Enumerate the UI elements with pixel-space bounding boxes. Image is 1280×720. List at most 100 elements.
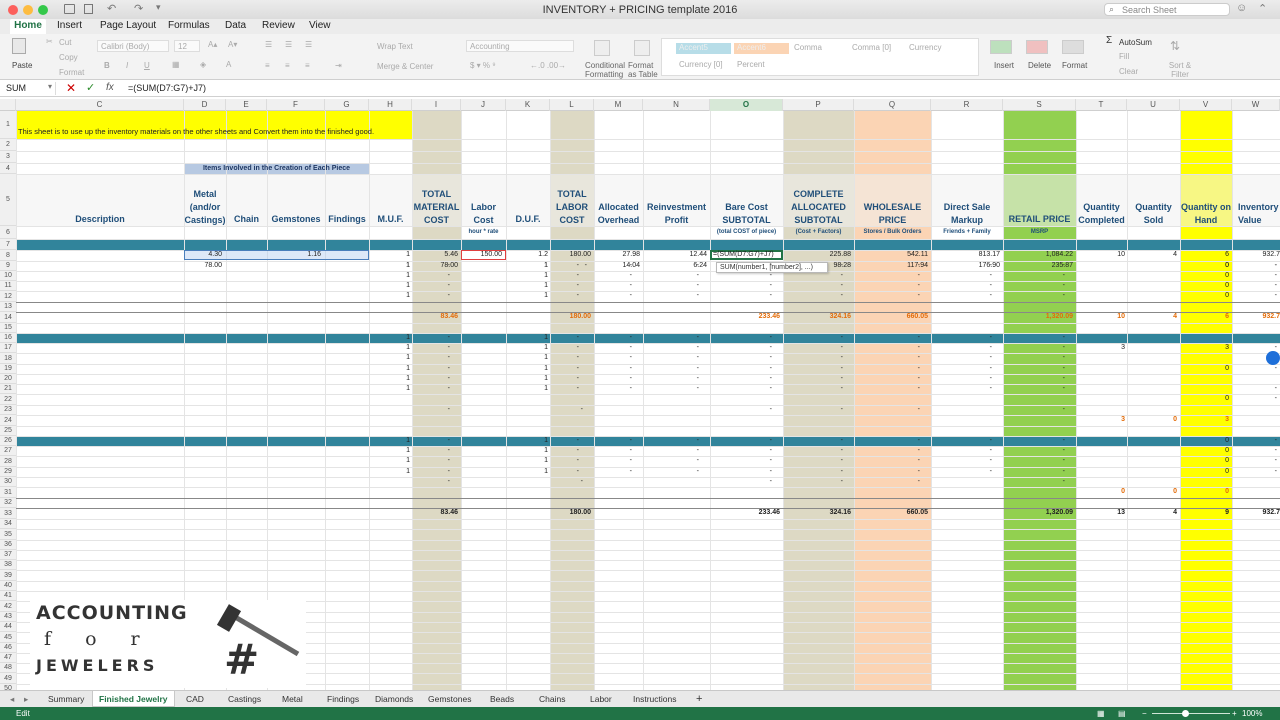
column-header[interactable]: E — [226, 99, 267, 111]
column-header[interactable]: J — [461, 99, 506, 111]
cell-t13[interactable]: 10 — [1076, 312, 1125, 322]
tab-home[interactable]: Home — [10, 19, 46, 34]
style-accent5[interactable]: Accent5 — [676, 43, 731, 54]
column-header[interactable]: L — [550, 99, 594, 111]
cell-dash[interactable]: - — [931, 291, 992, 301]
page-layout-view-icon[interactable]: ▤ — [1118, 707, 1126, 720]
cell-dash[interactable]: - — [412, 271, 450, 281]
cell-inventory-value[interactable]: - — [1232, 384, 1277, 394]
column-header[interactable]: S — [1003, 99, 1076, 111]
cell-dash[interactable]: - — [783, 456, 843, 466]
cell-dash[interactable]: - — [1003, 446, 1065, 456]
cell-f7[interactable]: 1.16 — [267, 250, 321, 260]
row-header[interactable]: 25 — [0, 426, 16, 436]
last-sheet-icon[interactable]: ▸ — [18, 691, 34, 707]
cell-dash[interactable]: - — [931, 436, 992, 446]
row-header[interactable]: 3 — [0, 151, 16, 163]
row-header[interactable]: 37 — [0, 550, 16, 560]
cell-l7[interactable]: 180.00 — [550, 250, 591, 260]
name-box[interactable]: SUM ▾ — [2, 82, 56, 95]
cell-duf[interactable]: 1 — [506, 343, 548, 353]
cell-subtotal-dash[interactable]: - — [1003, 477, 1065, 487]
cell-dash[interactable]: - — [931, 446, 992, 456]
cell-dash[interactable]: - — [412, 374, 450, 384]
sheet-tab[interactable]: Summary — [42, 691, 90, 707]
row-header[interactable]: 4 — [0, 163, 16, 174]
row-header[interactable]: 13 — [0, 302, 16, 312]
side-badge-icon[interactable] — [1266, 351, 1280, 365]
cell-subtotal-dash[interactable]: - — [783, 405, 843, 415]
cell-dash[interactable]: - — [550, 281, 579, 291]
cell-duf[interactable]: 1 — [506, 436, 548, 446]
cell-dash[interactable]: - — [550, 261, 579, 271]
cell-d8[interactable]: 78.00 — [184, 261, 222, 271]
font-size-select[interactable]: 12 — [174, 40, 200, 52]
cell-dash[interactable]: - — [854, 261, 920, 271]
decimal-icon[interactable]: ←.0 .00→ — [530, 61, 566, 70]
cell-subtotal-dash[interactable]: - — [550, 405, 583, 415]
cell-dash[interactable]: - — [643, 436, 699, 446]
cell-dash[interactable]: - — [643, 467, 699, 477]
row-header[interactable]: 19 — [0, 364, 16, 374]
align-top-icon[interactable]: ☰ — [265, 40, 272, 49]
cell-dash[interactable]: - — [594, 446, 632, 456]
fill-button[interactable]: Fill — [1119, 52, 1129, 61]
cell-dash[interactable]: - — [854, 446, 920, 456]
column-header[interactable]: I — [412, 99, 461, 111]
cell-dash[interactable]: - — [710, 353, 772, 363]
cell-dash[interactable]: - — [412, 456, 450, 466]
row-header[interactable]: 46 — [0, 643, 16, 653]
row-header[interactable]: 23 — [0, 405, 16, 415]
cell-u7[interactable]: 4 — [1127, 250, 1177, 260]
cell-dash[interactable]: - — [710, 467, 772, 477]
cell-dash[interactable]: - — [710, 333, 772, 343]
cell-dash[interactable]: - — [854, 467, 920, 477]
cell-dash[interactable]: - — [550, 353, 579, 363]
cell-l13[interactable]: 180.00 — [550, 312, 591, 322]
indent-icon[interactable]: ⇥ — [335, 61, 342, 70]
row-header[interactable]: 29 — [0, 467, 16, 477]
cell-dash[interactable]: - — [854, 281, 920, 291]
cell-dash[interactable]: - — [710, 291, 772, 301]
cell-i13[interactable]: 83.46 — [412, 312, 458, 322]
cell-dash[interactable]: - — [931, 456, 992, 466]
cell-dash[interactable]: - — [931, 364, 992, 374]
cell-dash[interactable]: - — [594, 353, 632, 363]
cell-inventory-value[interactable]: - — [1232, 281, 1277, 291]
row-header[interactable]: 49 — [0, 673, 16, 684]
cell-muf[interactable]: 1 — [369, 467, 410, 477]
cell-muf[interactable]: 1 — [369, 353, 410, 363]
merge-center-button[interactable]: Merge & Center — [377, 62, 433, 71]
cell-dash[interactable]: - — [594, 343, 632, 353]
zoom-out-icon[interactable]: − — [1142, 707, 1147, 720]
cell-on-hand[interactable]: 0 — [1180, 261, 1229, 271]
cell-m7[interactable]: 27.98 — [594, 250, 640, 260]
cell-muf[interactable]: 1 — [369, 384, 410, 394]
cell-subtotal-dash[interactable]: - — [412, 477, 450, 487]
cell-dash[interactable]: - — [783, 281, 843, 291]
cell-duf[interactable]: 1 — [506, 281, 548, 291]
row-header[interactable]: 12 — [0, 291, 16, 302]
cell-dash[interactable]: - — [710, 436, 772, 446]
cell-inventory-value[interactable]: - — [1232, 467, 1277, 477]
decrease-font-icon[interactable]: A▾ — [228, 40, 237, 49]
autosum-icon[interactable]: Σ — [1106, 35, 1112, 46]
column-header[interactable]: R — [931, 99, 1003, 111]
row-header[interactable]: 44 — [0, 622, 16, 632]
cell-l32[interactable]: 180.00 — [550, 508, 591, 518]
column-header[interactable]: P — [783, 99, 854, 111]
cell-v7[interactable]: 6 — [1180, 250, 1229, 260]
autosum-button[interactable]: AutoSum — [1119, 38, 1152, 47]
column-header[interactable]: W — [1232, 99, 1280, 111]
sheet-tab[interactable]: Finished Jewelry — [92, 691, 175, 707]
cell-o7-formula[interactable]: =(SUM(D7:G7)+J7) — [713, 250, 781, 260]
cell-dash[interactable]: - — [594, 374, 632, 384]
cell-dash[interactable]: - — [710, 343, 772, 353]
cell-dash[interactable]: - — [550, 291, 579, 301]
tab-insert[interactable]: Insert — [57, 19, 82, 34]
cell-d7[interactable]: 4.30 — [184, 250, 222, 260]
cell-dash[interactable]: - — [412, 353, 450, 363]
cell-h7[interactable]: 1 — [369, 250, 410, 260]
italic-button[interactable]: I — [126, 61, 128, 70]
cell-subtotal-dash[interactable]: - — [783, 477, 843, 487]
